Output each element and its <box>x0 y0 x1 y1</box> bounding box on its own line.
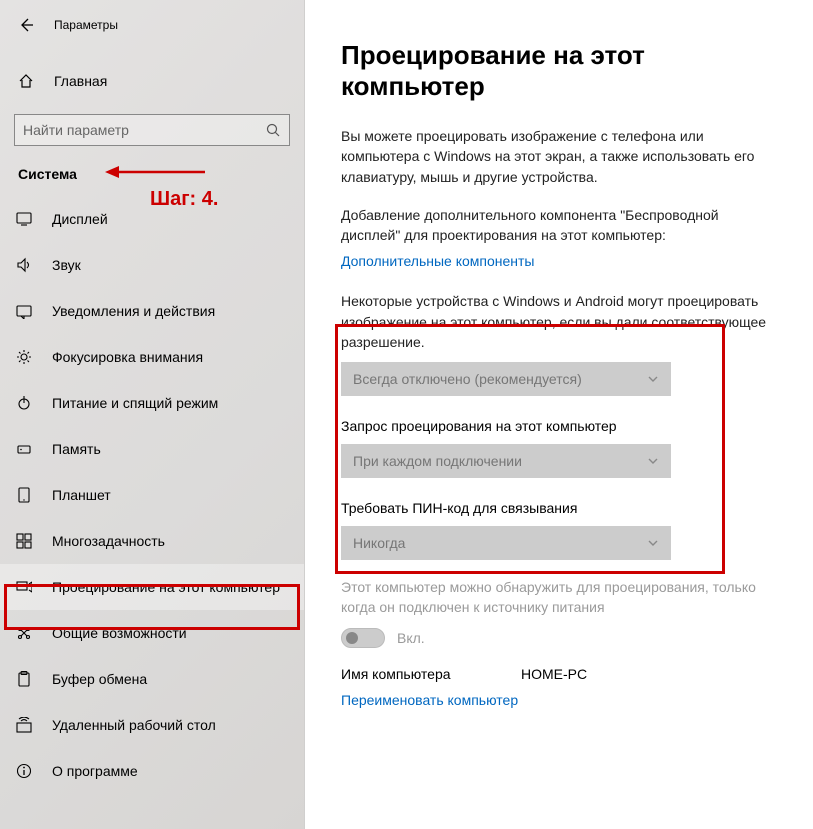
sidebar-item-label: О программе <box>52 763 138 779</box>
sidebar-item-display[interactable]: Дисплей <box>0 196 304 242</box>
storage-icon <box>14 441 34 457</box>
ask-dropdown[interactable]: При каждом подключении <box>341 444 671 478</box>
tablet-icon <box>14 487 34 503</box>
page-title: Проецирование на этот компьютер <box>341 40 783 102</box>
availability-value: Всегда отключено (рекомендуется) <box>353 371 582 387</box>
sidebar-item-clipboard[interactable]: Буфер обмена <box>0 656 304 702</box>
pcname-label: Имя компьютера <box>341 666 521 682</box>
about-icon <box>14 763 34 779</box>
clipboard-icon <box>14 671 34 687</box>
toggle-label: Вкл. <box>397 630 425 646</box>
sidebar-item-notif[interactable]: Уведомления и действия <box>0 288 304 334</box>
home-icon <box>18 73 34 89</box>
sidebar-item-about[interactable]: О программе <box>0 748 304 794</box>
permission-text: Некоторые устройства с Windows и Android… <box>341 291 771 352</box>
search-input[interactable] <box>23 122 265 138</box>
remote-icon <box>14 717 34 733</box>
pin-dropdown[interactable]: Никогда <box>341 526 671 560</box>
sidebar-item-focus[interactable]: Фокусировка внимания <box>0 334 304 380</box>
project-icon <box>14 579 34 595</box>
sidebar-item-label: Планшет <box>52 487 111 503</box>
power-note: Этот компьютер можно обнаружить для прое… <box>341 578 771 617</box>
intro-text: Вы можете проецировать изображение с тел… <box>341 126 771 187</box>
power-icon <box>14 395 34 411</box>
sidebar-item-label: Уведомления и действия <box>52 303 215 319</box>
sidebar-item-multi[interactable]: Многозадачность <box>0 518 304 564</box>
shared-icon <box>14 625 34 641</box>
rename-pc-link[interactable]: Переименовать компьютер <box>341 692 518 708</box>
ask-label: Запрос проецирования на этот компьютер <box>341 418 783 434</box>
sidebar: Параметры Главная Система Дисплей Звук Уве… <box>0 0 305 829</box>
addon-text: Добавление дополнительного компонента "Б… <box>341 205 771 246</box>
optional-features-link[interactable]: Дополнительные компоненты <box>341 253 535 269</box>
home-label: Главная <box>54 73 107 89</box>
window-title: Параметры <box>54 18 118 32</box>
home-nav[interactable]: Главная <box>0 66 304 96</box>
notif-icon <box>14 303 34 319</box>
sidebar-item-label: Память <box>52 441 101 457</box>
sidebar-item-label: Многозадачность <box>52 533 165 549</box>
pcname-value: HOME-PC <box>521 666 587 682</box>
sidebar-item-shared[interactable]: Общие возможности <box>0 610 304 656</box>
chevron-down-icon <box>647 455 659 467</box>
sidebar-item-tablet[interactable]: Планшет <box>0 472 304 518</box>
chevron-down-icon <box>647 537 659 549</box>
sidebar-item-label: Звук <box>52 257 81 273</box>
sidebar-item-label: Буфер обмена <box>52 671 147 687</box>
back-icon[interactable] <box>18 17 34 33</box>
search-icon <box>265 122 281 138</box>
pin-value: Никогда <box>353 535 405 551</box>
chevron-down-icon <box>647 373 659 385</box>
category-title: Система <box>0 146 304 190</box>
focus-icon <box>14 349 34 365</box>
sidebar-item-label: Питание и спящий режим <box>52 395 218 411</box>
sidebar-item-label: Проецирование на этот компьютер <box>52 579 280 595</box>
power-toggle[interactable] <box>341 628 385 648</box>
sidebar-item-project[interactable]: Проецирование на этот компьютер <box>0 564 304 610</box>
availability-dropdown[interactable]: Всегда отключено (рекомендуется) <box>341 362 671 396</box>
sidebar-item-sound[interactable]: Звук <box>0 242 304 288</box>
sound-icon <box>14 257 34 273</box>
search-box[interactable] <box>14 114 290 146</box>
pin-label: Требовать ПИН-код для связывания <box>341 500 783 516</box>
sidebar-item-label: Фокусировка внимания <box>52 349 203 365</box>
sidebar-item-label: Удаленный рабочий стол <box>52 717 216 733</box>
main-content: Проецирование на этот компьютер Вы может… <box>305 0 813 829</box>
ask-value: При каждом подключении <box>353 453 522 469</box>
nav-list: Дисплей Звук Уведомления и действия Фокусир… <box>0 196 304 794</box>
multi-icon <box>14 533 34 549</box>
sidebar-item-power[interactable]: Питание и спящий режим <box>0 380 304 426</box>
sidebar-item-remote[interactable]: Удаленный рабочий стол <box>0 702 304 748</box>
sidebar-item-label: Общие возможности <box>52 625 187 641</box>
sidebar-item-label: Дисплей <box>52 211 108 227</box>
display-icon <box>14 211 34 227</box>
sidebar-item-storage[interactable]: Память <box>0 426 304 472</box>
